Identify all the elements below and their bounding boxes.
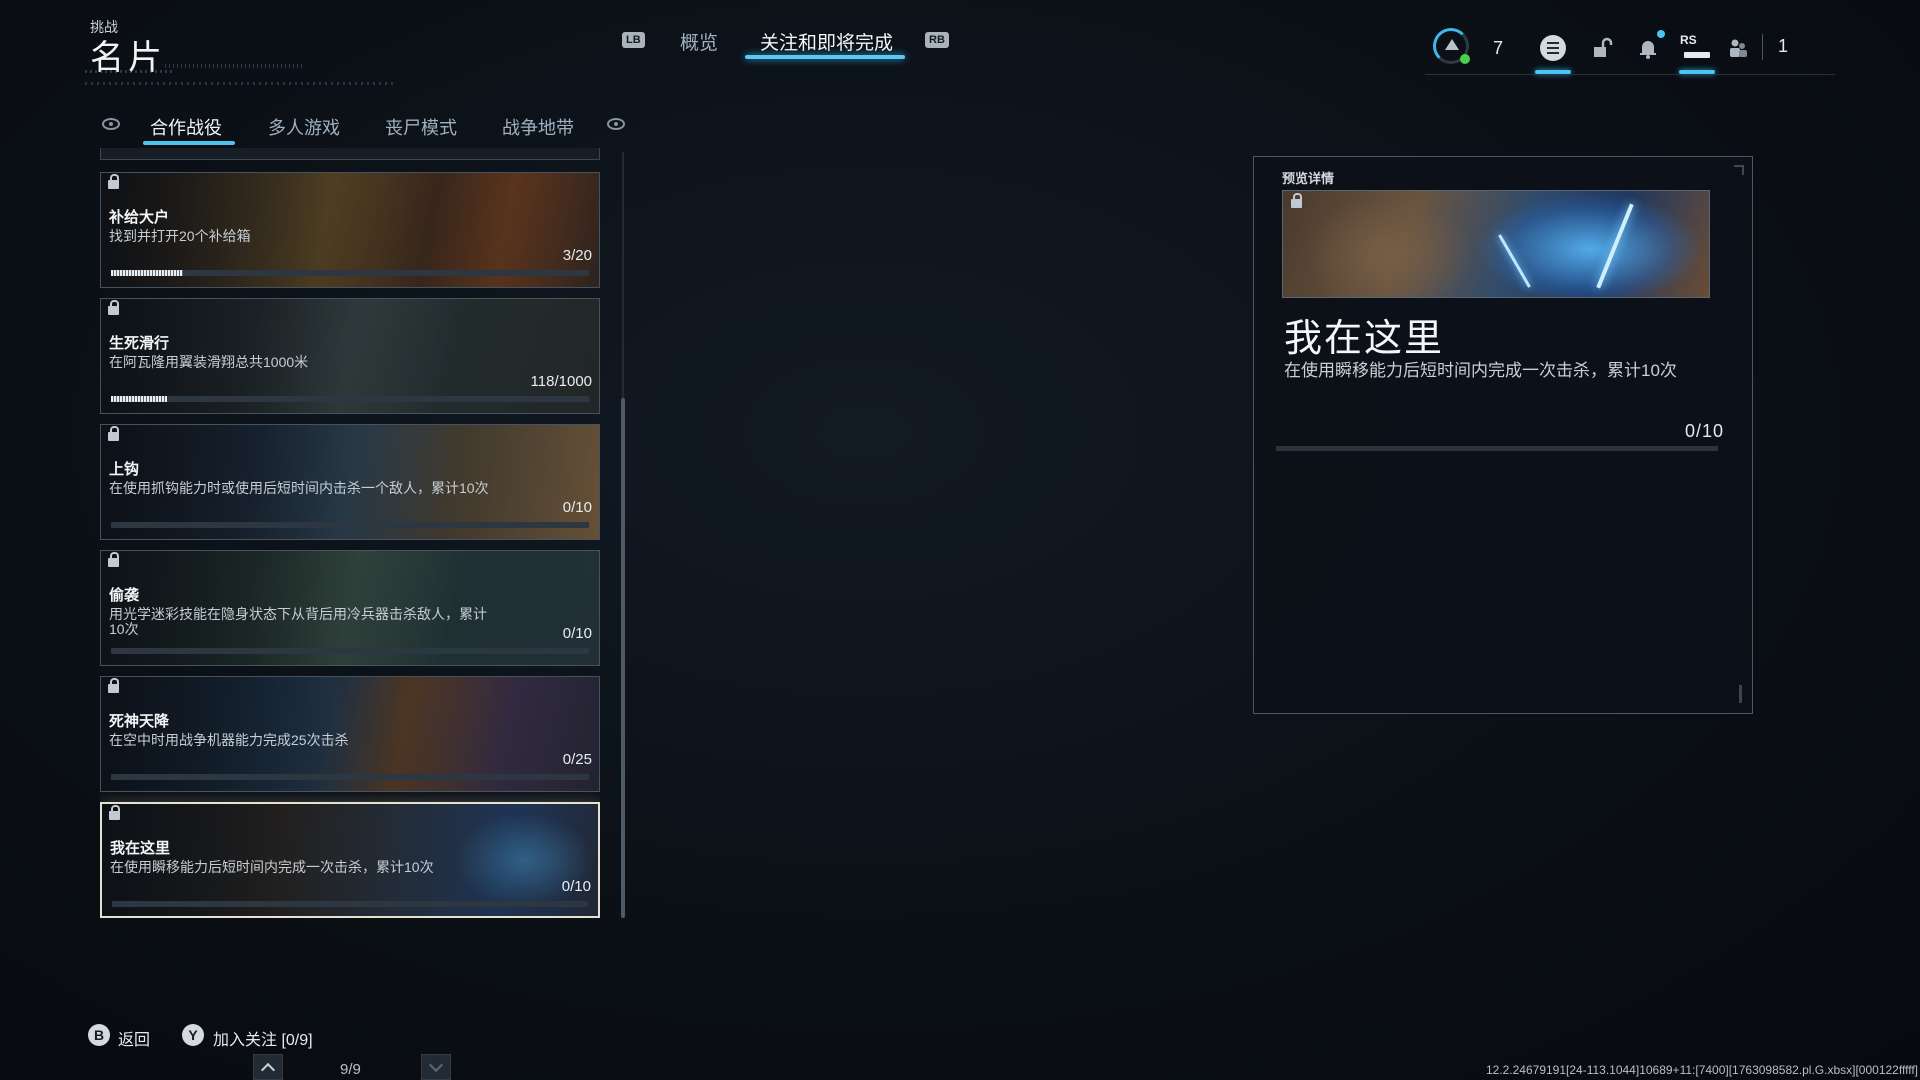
- challenge-description: 在使用抓钩能力时或使用后短时间内击杀一个敌人，累计10次: [109, 480, 489, 496]
- menu-button[interactable]: [1539, 34, 1567, 62]
- progress-fill: [111, 270, 183, 276]
- rank-icon: [1445, 39, 1459, 50]
- challenge-title: 上钩: [109, 461, 140, 478]
- notification-dot: [1657, 30, 1665, 38]
- notifications-button[interactable]: [1634, 34, 1662, 62]
- tab-multiplayer[interactable]: 多人游戏: [268, 114, 340, 140]
- page-down-button[interactable]: [421, 1054, 451, 1080]
- challenge-list[interactable]: 补给大户 找到并打开20个补给箱 3/20 生死滑行 在阿瓦隆用翼装滑翔总共10…: [100, 148, 600, 918]
- chevron-down-icon: [428, 1057, 444, 1072]
- challenge-progress: 0/10: [561, 878, 591, 895]
- bell-icon: [1640, 41, 1656, 59]
- menu-icon: [1540, 35, 1566, 61]
- progress-bar: [111, 522, 589, 528]
- challenge-title: 偷袭: [109, 587, 140, 604]
- tab-overview[interactable]: 概览: [680, 28, 718, 55]
- challenge-progress: 0/10: [562, 499, 592, 516]
- rb-button-hint[interactable]: RB: [925, 32, 949, 48]
- player-level: 7: [1493, 38, 1504, 58]
- friends-icon: [1730, 39, 1747, 57]
- lock-icon: [1291, 193, 1302, 208]
- challenge-title: 我在这里: [110, 840, 171, 857]
- corner-decoration: [1734, 165, 1744, 175]
- challenge-progress: 118/1000: [530, 373, 592, 390]
- sub-tab-indicator: [143, 141, 235, 145]
- list-item-partial: [100, 148, 600, 160]
- divider: [1762, 34, 1763, 60]
- active-tab-indicator: [745, 55, 905, 59]
- header-divider: [1425, 74, 1835, 75]
- lock-icon: [108, 174, 119, 189]
- next-mode-icon[interactable]: [607, 118, 625, 130]
- lock-icon: [108, 300, 119, 315]
- tab-warzone[interactable]: 战争地带: [502, 114, 574, 140]
- challenge-description: 在使用瞬移能力后短时间内完成一次击杀，累计10次: [110, 859, 434, 875]
- header-decoration: [85, 64, 395, 90]
- challenge-card[interactable]: 死神天降 在空中时用战争机器能力完成25次击杀 0/25: [100, 676, 600, 792]
- challenge-card[interactable]: 偷袭 用光学迷彩技能在隐身状态下从背后用冷兵器击杀敌人，累计10次 0/10: [100, 550, 600, 666]
- scrollbar-thumb[interactable]: [621, 398, 625, 918]
- challenge-title: 生死滑行: [109, 335, 170, 352]
- lock-icon: [108, 426, 119, 441]
- lock-icon: [108, 678, 119, 693]
- challenge-progress: 0/10: [562, 625, 592, 642]
- challenge-card[interactable]: 补给大户 找到并打开20个补给箱 3/20: [100, 172, 600, 288]
- tab-zombies[interactable]: 丧尸模式: [385, 114, 457, 140]
- unlock-button[interactable]: [1588, 34, 1616, 62]
- challenge-description: 在空中时用战争机器能力完成25次击杀: [109, 732, 349, 748]
- preview-description: 在使用瞬移能力后短时间内完成一次击杀，累计10次: [1284, 361, 1677, 380]
- lock-icon: [109, 805, 120, 820]
- lb-button-hint[interactable]: LB: [622, 32, 645, 48]
- page-up-button[interactable]: [253, 1054, 283, 1080]
- rs-button-hint[interactable]: RS: [1680, 33, 1697, 47]
- unlock-icon: [1594, 37, 1613, 57]
- challenge-description: 找到并打开20个补给箱: [109, 228, 251, 244]
- rs-bar: [1684, 52, 1710, 58]
- progress-bar: [111, 396, 589, 402]
- challenge-progress: 0/25: [562, 751, 592, 768]
- progress-bar: [111, 774, 589, 780]
- challenge-progress: 3/20: [562, 247, 592, 264]
- progress-bar: [112, 901, 588, 907]
- preview-progress: 0/10: [1684, 421, 1724, 441]
- back-button[interactable]: 返回: [118, 1026, 150, 1050]
- preview-title: 我在这里: [1284, 318, 1445, 360]
- page-indicator: 9/9: [340, 1061, 361, 1078]
- challenge-card[interactable]: 生死滑行 在阿瓦隆用翼装滑翔总共1000米 118/1000: [100, 298, 600, 414]
- add-tracking-button[interactable]: 加入关注 [0/9]: [213, 1026, 313, 1050]
- challenge-card-selected[interactable]: 我在这里 在使用瞬移能力后短时间内完成一次击杀，累计10次 0/10: [100, 802, 600, 918]
- tab-tracked-upcoming[interactable]: 关注和即将完成: [760, 28, 893, 55]
- progress-bar: [111, 270, 589, 276]
- lock-icon: [108, 552, 119, 567]
- preview-progress-bar: [1276, 446, 1718, 451]
- tab-coop-campaign[interactable]: 合作战役: [150, 114, 222, 140]
- prev-mode-icon[interactable]: [102, 118, 120, 130]
- challenge-title: 死神天降: [109, 713, 170, 730]
- preview-image: [1282, 190, 1710, 298]
- challenge-description: 在阿瓦隆用翼装滑翔总共1000米: [109, 354, 309, 370]
- online-status-dot: [1460, 54, 1470, 64]
- build-info: 12.2.24679191[24-113.1044]10689+11:[7400…: [1485, 1063, 1918, 1077]
- player-level-ring[interactable]: [1433, 28, 1470, 64]
- challenge-title: 补给大户: [109, 209, 170, 226]
- preview-detail-panel: 预览详情 我在这里 在使用瞬移能力后短时间内完成一次击杀，累计10次 0/10: [1253, 156, 1753, 714]
- challenge-description: 用光学迷彩技能在隐身状态下从背后用冷兵器击杀敌人，累计10次: [109, 606, 487, 637]
- scroll-hint: [1739, 685, 1742, 703]
- b-button-icon: B: [88, 1024, 110, 1046]
- progress-bar: [111, 648, 589, 654]
- y-button-icon: Y: [182, 1024, 204, 1046]
- party-count: 1: [1778, 36, 1789, 56]
- social-button[interactable]: [1724, 34, 1752, 62]
- progress-fill: [111, 396, 168, 402]
- challenge-card[interactable]: 上钩 在使用抓钩能力时或使用后短时间内击杀一个敌人，累计10次 0/10: [100, 424, 600, 540]
- preview-label: 预览详情: [1282, 171, 1335, 186]
- chevron-up-icon: [260, 1062, 276, 1077]
